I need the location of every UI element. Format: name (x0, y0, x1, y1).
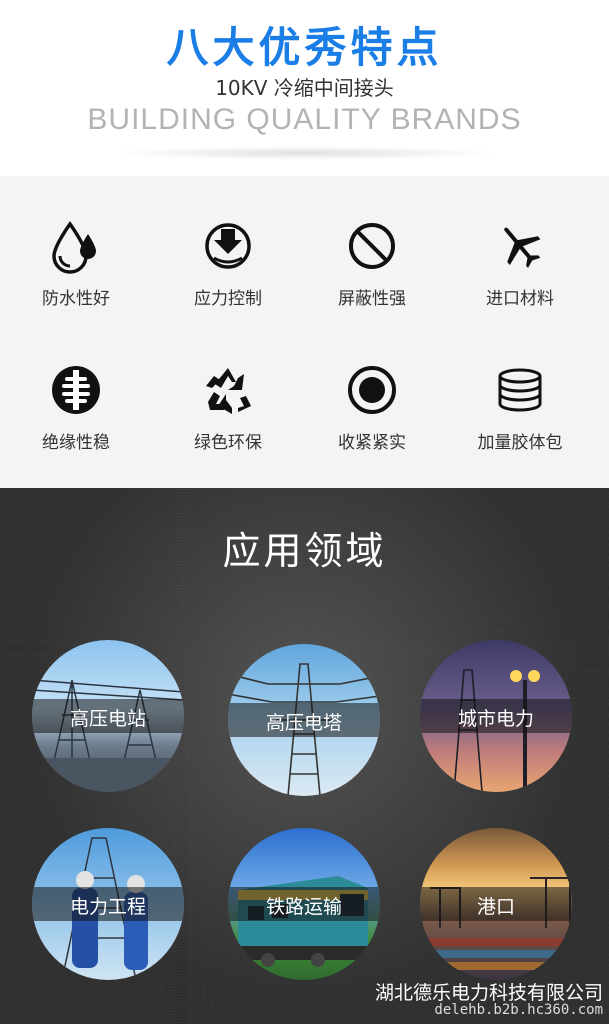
feature-stress-control: 应力控制 (152, 220, 304, 309)
feature-tight-fit: 收紧紧实 (296, 364, 448, 453)
brand-slogan: BUILDING QUALITY BRANDS (87, 103, 522, 136)
header-divider-shadow (110, 146, 500, 160)
target-circle-icon (348, 366, 396, 414)
app-circle-tower[interactable]: 高压电塔 (228, 644, 380, 796)
app-circle-substation[interactable]: 高压电站 (32, 640, 184, 792)
app-label: 城市电力 (457, 708, 534, 730)
feature-label: 进口材料 (486, 289, 554, 309)
water-drop-icon (52, 221, 96, 274)
app-circle-city-power[interactable]: 城市电力 (420, 640, 572, 792)
feature-label: 屏蔽性强 (338, 289, 406, 309)
features-section: 防水性好 应力控制 屏蔽性强 进口材料 绝缘性稳 绿色环保 收紧紧实 加量胶体包 (0, 176, 609, 488)
stack-icon (498, 368, 542, 412)
stress-control-icon (205, 223, 251, 269)
insulator-icon (52, 366, 100, 414)
app-label: 高压电塔 (265, 712, 342, 734)
app-label: 高压电站 (69, 708, 146, 730)
feature-insulation: 绝缘性稳 (0, 364, 152, 453)
feature-imported-material: 进口材料 (444, 220, 596, 309)
header-section: 八大优秀特点 10KV 冷缩中间接头 BUILDING QUALITY BRAN… (0, 0, 609, 176)
applications-section: 应用领域 高压电站 高压电塔 城市电力 电力工程 铁路运输 港口 (0, 488, 609, 1024)
applications-title: 应用领域 (222, 529, 387, 573)
feature-label: 应力控制 (194, 289, 262, 309)
recycle-icon (206, 368, 251, 414)
app-circle-railway[interactable]: 铁路运输 (228, 828, 380, 980)
page-title: 八大优秀特点 (166, 23, 443, 72)
app-circle-power-engineering[interactable]: 电力工程 (32, 828, 184, 980)
feature-extra-gel: 加量胶体包 (444, 364, 596, 453)
feature-label: 加量胶体包 (477, 433, 563, 453)
feature-shielding: 屏蔽性强 (296, 220, 448, 309)
feature-eco: 绿色环保 (152, 364, 304, 453)
app-label: 电力工程 (69, 896, 146, 918)
company-url[interactable]: delehb.b2b.hc360.com (434, 1002, 603, 1018)
airplane-icon (504, 227, 541, 268)
app-label: 铁路运输 (265, 896, 342, 918)
company-name: 湖北德乐电力科技有限公司 (374, 982, 603, 1004)
page-subtitle: 10KV 冷缩中间接头 (215, 76, 394, 100)
feature-label: 绝缘性稳 (42, 433, 110, 453)
feature-waterproof: 防水性好 (0, 220, 152, 309)
feature-label: 防水性好 (42, 289, 110, 309)
feature-label: 收紧紧实 (338, 433, 406, 453)
prohibit-icon (349, 223, 395, 269)
feature-label: 绿色环保 (194, 433, 262, 453)
app-label: 港口 (476, 896, 515, 918)
app-circle-port[interactable]: 港口 (420, 828, 572, 980)
